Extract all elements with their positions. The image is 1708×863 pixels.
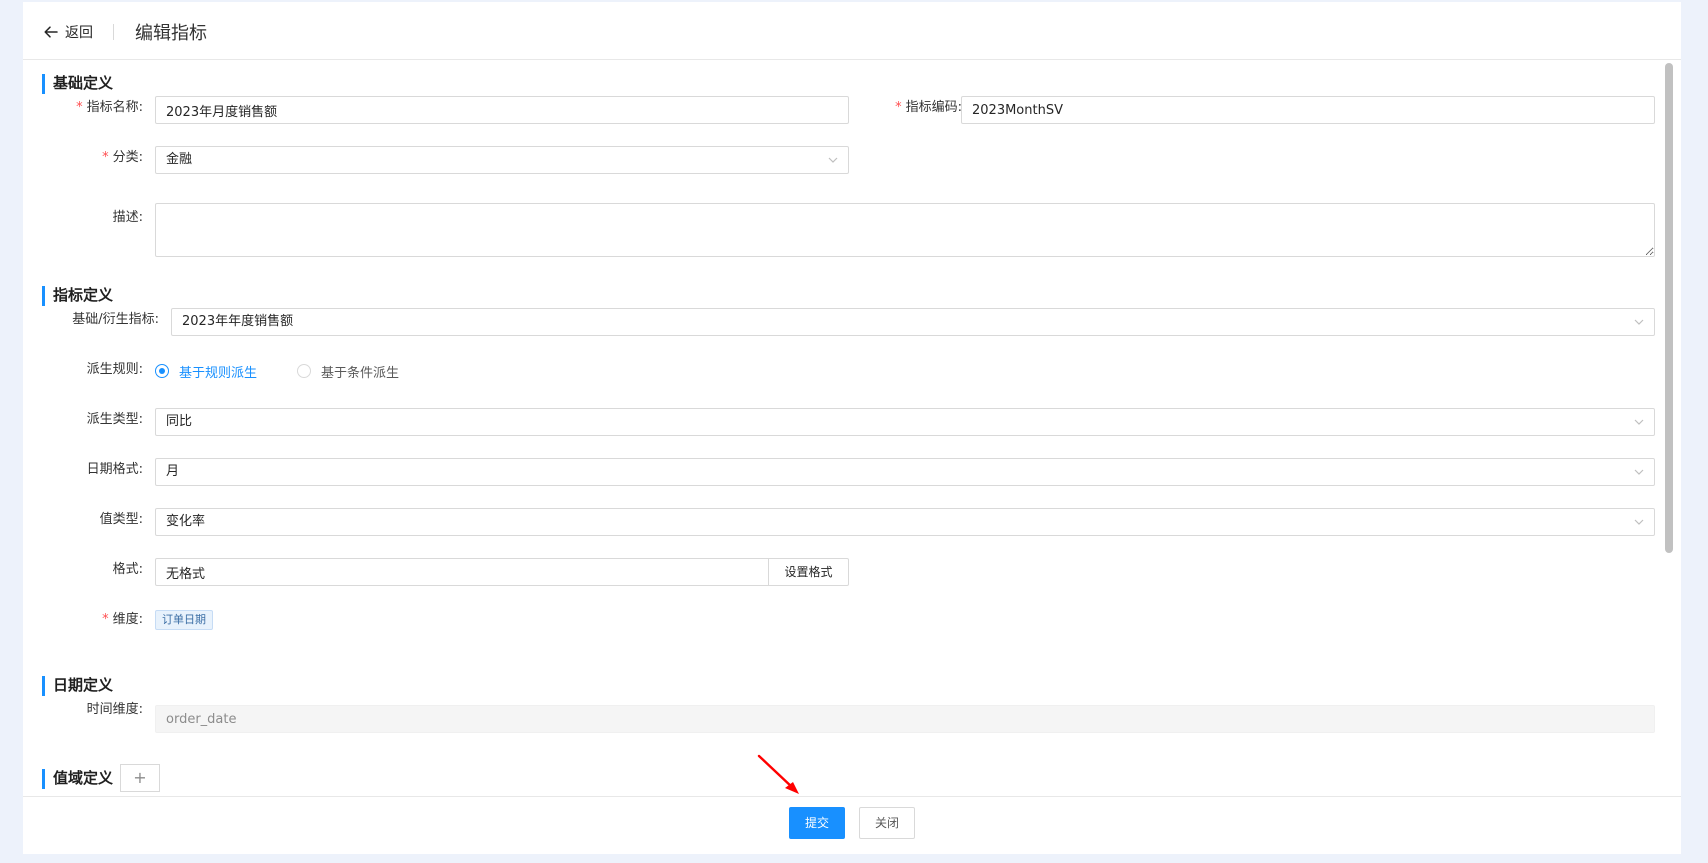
chevron-down-icon — [1634, 519, 1644, 525]
section-title-metric: 指标定义 — [42, 286, 113, 306]
arrow-left-icon — [44, 26, 58, 38]
radio-label: 基于条件派生 — [321, 365, 400, 381]
required-mark: * — [895, 100, 902, 115]
add-range-button[interactable]: + — [120, 764, 160, 792]
name-label: * 指标名称: — [76, 100, 143, 115]
page-header: 返回 编辑指标 — [23, 2, 1681, 60]
time-dim-input — [155, 705, 1655, 733]
derive-type-label: 派生类型: — [86, 412, 143, 427]
chevron-down-icon — [1634, 419, 1644, 425]
base-metric-value: 2023年年度销售额 — [182, 314, 294, 329]
chevron-down-icon — [828, 157, 838, 163]
date-format-label: 日期格式: — [86, 462, 143, 477]
scrollbar-thumb[interactable] — [1665, 63, 1673, 553]
dimension-tag: 订单日期 — [155, 610, 213, 630]
chevron-down-icon — [1634, 319, 1644, 325]
required-mark: * — [102, 150, 109, 165]
name-input[interactable] — [155, 96, 849, 124]
category-select[interactable]: 金融 — [155, 146, 849, 174]
base-metric-select[interactable]: 2023年年度销售额 — [171, 308, 1655, 336]
annotation-arrow-icon — [757, 754, 799, 794]
submit-button[interactable]: 提交 — [789, 807, 845, 839]
format-label: 格式: — [112, 562, 143, 577]
required-mark: * — [102, 612, 109, 627]
close-button[interactable]: 关闭 — [859, 807, 915, 839]
desc-textarea[interactable] — [155, 203, 1655, 257]
header-divider — [113, 24, 114, 40]
chevron-down-icon — [1634, 469, 1644, 475]
set-format-button[interactable]: 设置格式 — [768, 558, 849, 586]
required-mark: * — [76, 100, 83, 115]
radio-checked-icon — [155, 364, 169, 378]
date-format-value: 月 — [166, 464, 180, 479]
radio-unchecked-icon — [297, 364, 311, 378]
vertical-scrollbar[interactable] — [1665, 63, 1673, 796]
category-value: 金融 — [166, 152, 193, 167]
derive-type-value: 同比 — [166, 414, 193, 429]
page: 返回 编辑指标 基础定义 *指标名称: *指标编码: *分类: 金融 — [0, 0, 1708, 863]
radio-label: 基于规则派生 — [179, 365, 258, 381]
footer-bar: 提交 关闭 — [23, 796, 1681, 854]
back-label: 返回 — [65, 25, 93, 41]
desc-label: 描述: — [112, 210, 143, 225]
edit-metric-panel: 返回 编辑指标 基础定义 *指标名称: *指标编码: *分类: 金融 — [23, 2, 1681, 854]
value-type-select[interactable]: 变化率 — [155, 508, 1655, 536]
rule-label: 派生规则: — [86, 362, 143, 377]
dimension-label: * 维度: — [102, 612, 143, 627]
code-input[interactable] — [961, 96, 1655, 124]
base-metric-label: 基础/衍生指标: — [72, 312, 159, 327]
category-label: * 分类: — [102, 150, 143, 165]
value-type-value: 变化率 — [166, 514, 206, 529]
date-format-select[interactable]: 月 — [155, 458, 1655, 486]
derive-type-select[interactable]: 同比 — [155, 408, 1655, 436]
page-title: 编辑指标 — [135, 23, 207, 44]
section-title-range: 值域定义 — [42, 769, 113, 789]
section-title-basic: 基础定义 — [42, 74, 113, 94]
code-label: * 指标编码: — [895, 100, 962, 115]
back-button[interactable]: 返回 — [43, 21, 93, 43]
section-title-date: 日期定义 — [42, 676, 113, 696]
form-scroll-area[interactable]: 基础定义 *指标名称: *指标编码: *分类: 金融 描述: 指标定义 基础/衍… — [23, 61, 1681, 796]
time-dim-label: 时间维度: — [86, 702, 143, 717]
radio-rule-based[interactable]: 基于规则派生 — [155, 361, 257, 381]
value-type-label: 值类型: — [99, 512, 143, 527]
radio-condition-based[interactable]: 基于条件派生 — [297, 361, 399, 381]
format-input[interactable] — [155, 558, 769, 586]
